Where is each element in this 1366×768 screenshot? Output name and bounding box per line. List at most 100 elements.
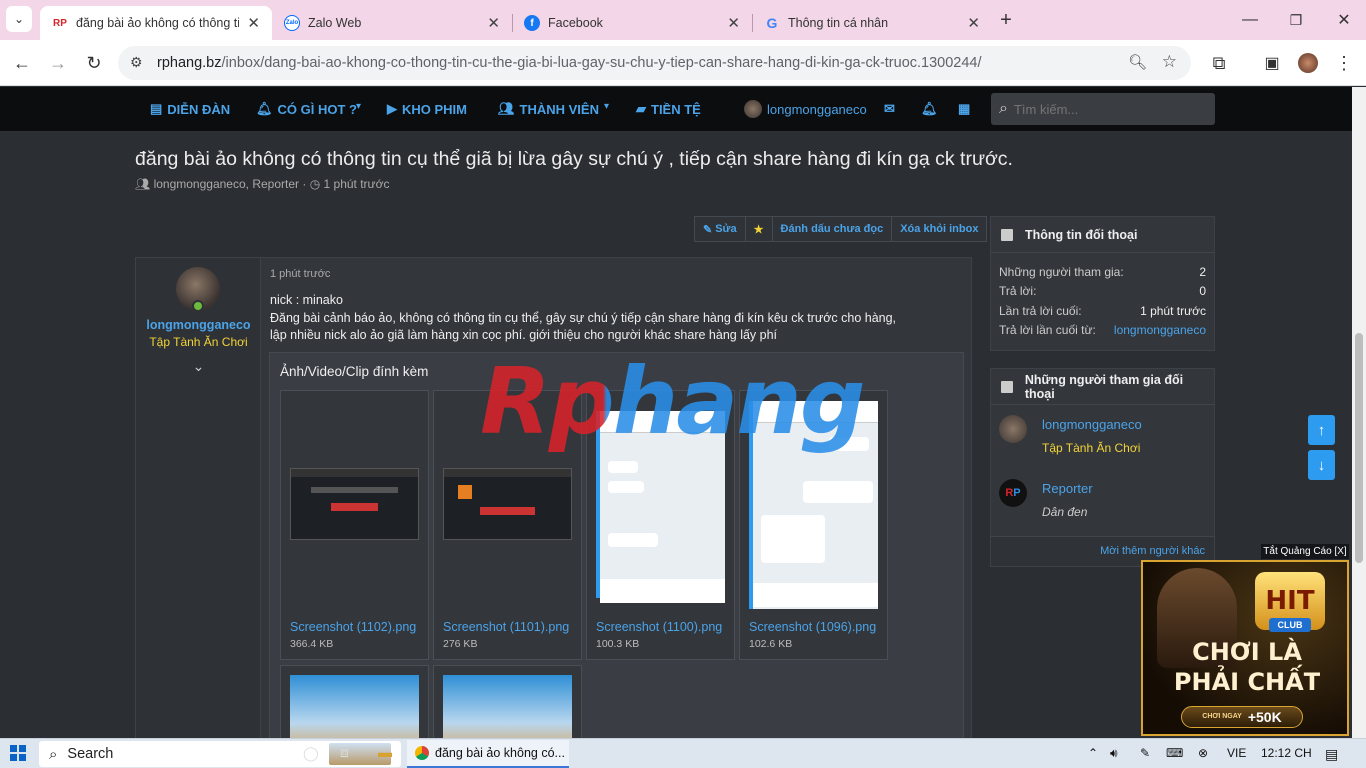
profile-avatar[interactable]	[1294, 49, 1322, 77]
nav-hot[interactable]: 🔔︎ CÓ GÌ HOT ?	[256, 87, 357, 131]
language-indicator[interactable]: VIE	[1227, 746, 1246, 760]
chevron-down-icon[interactable]: ▾	[604, 101, 609, 112]
reload-icon[interactable]: ↻	[80, 49, 108, 77]
close-window-icon[interactable]: ✕	[1330, 6, 1358, 34]
back-icon[interactable]: ←	[8, 49, 36, 77]
forum-search[interactable]: ⌕	[991, 93, 1215, 125]
attachment-item[interactable]: Screenshot (1102).png 366.4 KB	[280, 390, 429, 660]
post-body: nick : minako Đăng bài cảnh báo ảo, khôn…	[270, 292, 960, 345]
tab-zalo[interactable]: Zalo Zalo Web ✕	[272, 6, 512, 40]
participants-icon: 👥︎	[135, 177, 151, 191]
address-bar[interactable]: ⚙ rphang.bz/inbox/dang-bai-ao-khong-co-t…	[118, 46, 1191, 80]
participant-name[interactable]: Reporter	[1042, 481, 1093, 496]
attachment-name[interactable]: Screenshot (1096).png	[749, 620, 876, 634]
close-tab-icon[interactable]: ✕	[967, 14, 980, 32]
invite-link[interactable]: Mời thêm người khác	[1100, 545, 1205, 557]
store-icon[interactable]: ▦	[958, 87, 970, 131]
chevron-down-icon[interactable]: ▾	[356, 101, 361, 112]
extensions-icon[interactable]: ⧉	[1205, 49, 1233, 77]
ad-banner[interactable]: HIT CLUB CHƠI LÀ PHẢI CHẤT CHƠI NGAY +50K	[1141, 560, 1349, 736]
participants-box: Những người tham gia đối thoại longmongg…	[990, 368, 1215, 567]
remove-inbox-button[interactable]: Xóa khỏi inbox	[892, 217, 986, 241]
nav-movies[interactable]: ▶ KHO PHIM	[387, 87, 467, 131]
chevron-down-icon[interactable]: ⌄	[136, 358, 261, 375]
new-tab-icon[interactable]: +	[992, 6, 1020, 34]
mark-unread-button[interactable]: Đánh dấu chưa đọc	[773, 217, 893, 241]
tray-chevron-icon[interactable]: ⌃	[1088, 746, 1098, 760]
ad-cta-button[interactable]: CHƠI NGAY +50K	[1181, 706, 1303, 728]
attachment-thumbnail[interactable]	[596, 411, 725, 603]
attachment-name[interactable]: Screenshot (1100).png	[596, 620, 722, 634]
post-username[interactable]: longmongganeco	[136, 318, 261, 332]
attachment-name[interactable]: Screenshot (1102).png	[290, 620, 416, 634]
network-icon[interactable]: ⊗	[1198, 746, 1208, 760]
avatar[interactable]	[999, 415, 1027, 443]
attachment-item[interactable]: Screenshot (1096).png 102.6 KB	[739, 390, 888, 660]
attachment-item[interactable]: Screenshot (1101).png 276 KB	[433, 390, 582, 660]
attachment-thumbnail[interactable]	[443, 468, 572, 540]
nav-user[interactable]: longmongganeco	[744, 87, 867, 131]
participant-role: Dân đen	[1042, 505, 1088, 519]
participant-name[interactable]: longmongganeco	[1042, 417, 1142, 432]
site-info-icon[interactable]: ⚙	[130, 54, 143, 71]
tab-rphang[interactable]: RP đăng bài ảo không có thông tin ✕	[40, 6, 272, 40]
thread-authors[interactable]: longmongganeco, Reporter	[154, 177, 299, 191]
scroll-up-button[interactable]: ↑	[1308, 415, 1335, 445]
bookmark-star-icon[interactable]: ☆	[1162, 52, 1177, 72]
tab-search-icon[interactable]: ⌄	[6, 6, 32, 32]
forward-icon[interactable]: →	[44, 49, 72, 77]
attachment-item[interactable]	[433, 665, 582, 755]
task-view-icon[interactable]: ⧈	[340, 744, 349, 761]
menu-icon[interactable]: ⋮	[1330, 49, 1358, 77]
nav-members[interactable]: 👥︎ THÀNH VIÊN	[498, 87, 599, 131]
folder-icon: ▰	[636, 101, 646, 116]
tab-facebook[interactable]: f Facebook ✕	[512, 6, 752, 40]
scroll-down-button[interactable]: ↓	[1308, 450, 1335, 480]
scrollbar-thumb[interactable]	[1355, 333, 1363, 563]
alerts-bell-icon[interactable]: 🔔︎	[921, 87, 938, 131]
attachment-item[interactable]	[280, 665, 429, 755]
notifications-icon[interactable]: ▤	[1325, 746, 1338, 763]
windows-start-icon[interactable]	[10, 745, 26, 761]
clock[interactable]: 12:12 CH	[1261, 746, 1312, 760]
url-text[interactable]: rphang.bz/inbox/dang-bai-ao-khong-co-tho…	[157, 55, 982, 71]
post-line: Đăng bài cảnh báo ảo, không có thông tin…	[270, 310, 897, 325]
tab-google[interactable]: G Thông tin cá nhân ✕	[752, 6, 992, 40]
edit-button[interactable]: ✎ Sửa	[695, 217, 746, 241]
nav-currency[interactable]: ▰ TIỀN TỆ	[636, 87, 701, 131]
attachments-title: Ảnh/Video/Clip đính kèm	[280, 364, 429, 379]
thread-actions: ✎ Sửa ★ Đánh dấu chưa đọc Xóa khỏi inbox	[694, 216, 988, 242]
taskbar-chrome[interactable]: đăng bài ảo không có...	[407, 740, 569, 768]
search-input[interactable]	[1013, 101, 1194, 117]
post-line: nick : minako	[270, 293, 343, 307]
star-button[interactable]: ★	[746, 217, 773, 241]
attachment-thumbnail[interactable]	[749, 401, 878, 609]
zoom-icon[interactable]: 🔍︎	[1128, 53, 1147, 71]
volume-icon[interactable]: 🔊︎	[1110, 746, 1118, 761]
close-tab-icon[interactable]: ✕	[487, 14, 500, 32]
video-icon: ▶	[387, 101, 397, 116]
minimize-icon[interactable]: —	[1236, 6, 1264, 34]
keyboard-icon[interactable]: ⌨	[1166, 746, 1183, 760]
avatar[interactable]: RP	[999, 479, 1027, 507]
attachment-name[interactable]: Screenshot (1101).png	[443, 620, 569, 634]
attachment-item[interactable]: Screenshot (1100).png 100.3 KB	[586, 390, 735, 660]
page-scrollbar[interactable]	[1352, 87, 1366, 738]
pen-icon[interactable]: ✎	[1140, 746, 1150, 760]
chat-icon: ▤	[150, 101, 163, 116]
avatar	[744, 100, 762, 118]
close-ad-button[interactable]: Tắt Quảng Cáo [X]	[1261, 544, 1349, 559]
close-tab-icon[interactable]: ✕	[247, 14, 260, 32]
close-tab-icon[interactable]: ✕	[727, 14, 740, 32]
file-explorer-icon[interactable]: ▬	[378, 744, 392, 760]
facebook-favicon: f	[524, 15, 540, 31]
mail-icon[interactable]: ✉	[884, 87, 895, 131]
restore-icon[interactable]: ❐	[1282, 6, 1310, 34]
nav-forum[interactable]: ▤ DIỄN ĐÀN	[150, 87, 230, 131]
side-panel-icon[interactable]: ▣	[1258, 49, 1286, 77]
post-line: lập nhiều nick alo ảo giã làm hàng xin c…	[270, 328, 778, 342]
info-row: Những người tham gia: 2	[999, 265, 1206, 279]
tab-title: Thông tin cá nhân	[788, 16, 889, 30]
attachment-thumbnail[interactable]	[290, 468, 419, 540]
cortana-icon[interactable]: ◯	[303, 745, 319, 762]
